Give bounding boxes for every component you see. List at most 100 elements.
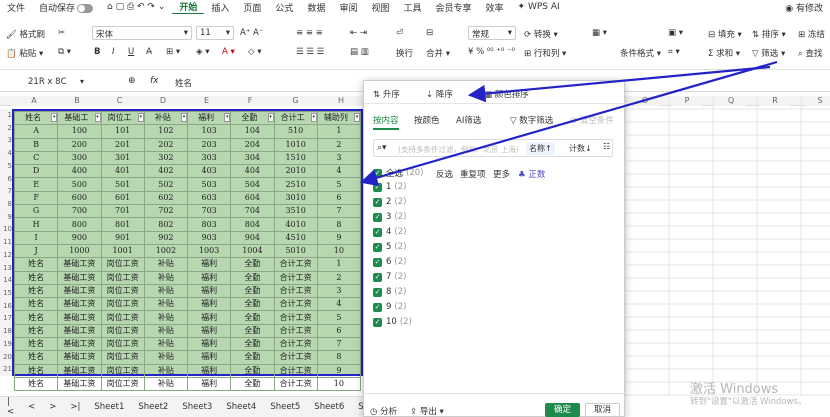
table-cell[interactable]: 804: [230, 217, 275, 232]
column-header-h[interactable]: H: [319, 96, 363, 106]
table-cell[interactable]: 9: [316, 363, 362, 378]
table-cell[interactable]: 6: [316, 323, 362, 339]
filter-item[interactable]: ✓ 5 (2): [373, 242, 406, 252]
table-cell[interactable]: 补贴: [143, 310, 189, 325]
table-cell[interactable]: 基础工资: [57, 350, 102, 365]
table-cell[interactable]: 3: [316, 150, 362, 166]
home-icon[interactable]: ⌂ ▢ ⎙ ↶ ↷ ⌄: [100, 2, 172, 12]
table-cell[interactable]: I: [13, 230, 59, 245]
tab-member[interactable]: 会员专享: [429, 1, 479, 14]
table-cell[interactable]: 全勤: [230, 337, 275, 352]
row-col-button[interactable]: ⊞ 行和列 ▾: [524, 47, 566, 59]
filter-item[interactable]: ✓ 1 (2): [373, 182, 406, 192]
table-cell[interactable]: 4: [316, 164, 362, 179]
paste-button[interactable]: 📋 粘贴 ▾: [6, 47, 43, 59]
table-cell[interactable]: 福利: [186, 337, 232, 352]
table-cell[interactable]: H: [13, 217, 59, 232]
tab-data[interactable]: 数据: [300, 1, 332, 14]
table-cell[interactable]: 福利: [186, 283, 232, 299]
column-header-d[interactable]: D: [141, 96, 185, 106]
underline-icon[interactable]: U: [128, 47, 134, 57]
table-cell[interactable]: 姓名: [13, 283, 59, 299]
cut-icon[interactable]: ✂: [58, 28, 65, 38]
table-cell[interactable]: D: [13, 164, 59, 179]
table-cell[interactable]: B: [13, 137, 59, 152]
table-cell[interactable]: 福利: [186, 257, 232, 272]
table-cell[interactable]: 全勤: [230, 257, 275, 272]
table-cell[interactable]: 601: [100, 190, 145, 206]
table-cell[interactable]: 303: [186, 150, 232, 166]
table-cell[interactable]: 岗位工资: [100, 297, 145, 312]
export-button[interactable]: ⇪ 导出 ▾: [410, 405, 444, 417]
table-cell[interactable]: 3010: [273, 190, 318, 206]
table-cell[interactable]: 补贴: [143, 350, 189, 365]
table-cell[interactable]: 510: [273, 124, 318, 139]
table-cell[interactable]: 402: [143, 164, 189, 179]
table-cell[interactable]: 岗位工资: [100, 337, 145, 352]
table-cell[interactable]: 岗位工资: [100, 350, 145, 365]
table-cell[interactable]: 504: [230, 177, 275, 192]
filter-item[interactable]: ✓ 8 (2): [373, 287, 406, 297]
table-cell[interactable]: 岗位工资: [100, 270, 145, 285]
sheet-tab[interactable]: Sheet6: [307, 402, 351, 412]
prev-sheet-icon[interactable]: <: [21, 402, 42, 412]
table-cell[interactable]: 101: [100, 124, 145, 139]
table-cell[interactable]: 福利: [186, 270, 232, 285]
table-cell[interactable]: 基础工资: [57, 363, 102, 378]
table-cell[interactable]: 全勤: [230, 270, 275, 285]
table-cell[interactable]: 801: [100, 217, 145, 232]
table-cell[interactable]: 200: [57, 137, 102, 152]
right-grid[interactable]: [624, 96, 830, 396]
table-cell[interactable]: 501: [100, 177, 145, 192]
cell-style-icon[interactable]: ▣ ▾: [668, 28, 683, 38]
table-cell[interactable]: 2: [316, 270, 362, 285]
tab-formula[interactable]: 公式: [268, 1, 300, 14]
tab-page[interactable]: 页面: [236, 1, 268, 14]
table-cell[interactable]: 姓名: [13, 297, 59, 312]
table-cell[interactable]: 2010: [273, 164, 318, 179]
table-cell[interactable]: C: [13, 150, 59, 166]
tab-by-color[interactable]: 按颜色: [414, 114, 440, 126]
table-cell[interactable]: 姓名: [13, 257, 59, 272]
table-cell[interactable]: J: [13, 243, 59, 259]
font-color-icon[interactable]: A ▾: [222, 47, 235, 57]
copy-icon[interactable]: ⧉ ▾: [58, 47, 71, 57]
table-cell[interactable]: 全勤: [230, 376, 275, 392]
table-cell[interactable]: 补贴: [143, 363, 189, 378]
filter-item[interactable]: ✓ 4 (2): [373, 227, 406, 237]
table-cell[interactable]: 1: [316, 124, 362, 139]
font-name-select[interactable]: 宋体 ▾: [92, 26, 192, 40]
table-cell[interactable]: 基础工资: [57, 257, 102, 272]
row-header[interactable]: 15: [0, 287, 12, 300]
table-cell[interactable]: 602: [143, 190, 189, 206]
row-header[interactable]: 5: [0, 159, 12, 173]
name-sort-button[interactable]: 名称↑: [526, 142, 555, 155]
filter-select-all[interactable]: ✓ 全选 (20): [373, 167, 423, 179]
data-table[interactable]: 姓名 ▾ 基础工 ▾ 岗位工 ▾ 补贴 ▾ 福利 ▾ 全勤 ▾ 合计工 ▾ 辅助列 ▾ A 100 101 102 10…: [12, 109, 363, 392]
filter-button[interactable]: ▽ 筛选 ▾: [752, 47, 785, 59]
table-cell[interactable]: 姓名: [13, 323, 59, 339]
filter-item[interactable]: ✓ 10 (2): [373, 317, 412, 327]
chevron-down-icon[interactable]: ▾: [80, 77, 84, 86]
invert-button[interactable]: 反选: [436, 168, 453, 180]
table-cell[interactable]: 302: [143, 150, 189, 166]
table-cell[interactable]: 5010: [273, 243, 318, 259]
table-cell[interactable]: 5: [316, 177, 362, 192]
table-cell[interactable]: 合计工资: [273, 323, 318, 339]
row-header[interactable]: 6: [0, 172, 12, 186]
sheet-tab[interactable]: Sheet5: [263, 402, 307, 412]
table-cell[interactable]: 基础工资: [57, 270, 102, 285]
tab-insert[interactable]: 插入: [204, 1, 236, 14]
search-icon[interactable]: ⌕▾: [377, 143, 387, 153]
table-cell[interactable]: 3: [316, 283, 362, 299]
table-cell[interactable]: 502: [143, 177, 189, 192]
table-cell[interactable]: 补贴: [143, 257, 189, 272]
table-cell[interactable]: 全勤: [230, 363, 275, 378]
table-cell[interactable]: 3510: [273, 204, 318, 219]
font-size-select[interactable]: 11 ▾: [196, 26, 234, 40]
table-cell[interactable]: 401: [100, 164, 145, 179]
strike-icon[interactable]: A̶: [146, 47, 152, 57]
filter-item[interactable]: ✓ 2 (2): [373, 197, 406, 207]
table-cell[interactable]: 9: [316, 230, 362, 245]
table-cell[interactable]: 合计工资: [273, 310, 318, 325]
